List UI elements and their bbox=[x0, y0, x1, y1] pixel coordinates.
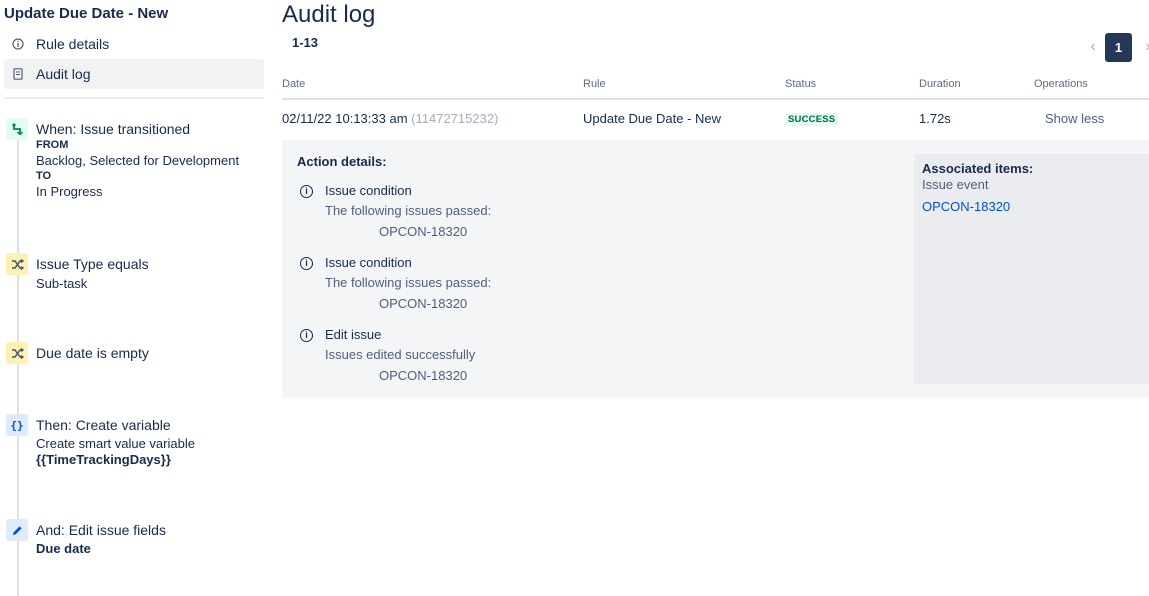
row-id: (11472715232) bbox=[411, 111, 499, 126]
sidebar-divider bbox=[4, 97, 264, 99]
document-icon bbox=[4, 68, 32, 80]
from-value: Backlog, Selected for Development bbox=[36, 153, 240, 168]
table-header-divider bbox=[282, 98, 1149, 100]
component-trigger[interactable]: When: Issue transitioned FROM Backlog, S… bbox=[6, 118, 239, 200]
rule-title: Update Due Date - New bbox=[4, 5, 169, 22]
component-action-edit-fields[interactable]: And: Edit issue fields Due date bbox=[6, 519, 166, 557]
braces-icon: {} bbox=[6, 414, 28, 436]
component-title: And: Edit issue fields bbox=[36, 522, 166, 538]
nav-label: Audit log bbox=[36, 66, 91, 82]
log-item-title: Issue condition bbox=[325, 255, 412, 270]
info-icon: i bbox=[300, 185, 313, 198]
log-item-title: Edit issue bbox=[325, 327, 382, 342]
associated-issue-link[interactable]: OPCON-18320 bbox=[922, 199, 1010, 214]
info-icon bbox=[4, 38, 32, 50]
log-item-message: The following issues passed: bbox=[325, 275, 492, 290]
shuffle-icon bbox=[6, 253, 28, 275]
nav-label: Rule details bbox=[36, 36, 110, 52]
info-icon: i bbox=[300, 329, 313, 342]
column-header-operations: Operations bbox=[1034, 78, 1088, 90]
prev-page-button[interactable]: ‹ bbox=[1083, 33, 1103, 61]
page-1-button[interactable]: 1 bbox=[1105, 33, 1132, 62]
next-page-button[interactable]: › bbox=[1138, 33, 1149, 61]
nav-audit-log[interactable]: Audit log bbox=[4, 59, 264, 89]
variable-name: {{TimeTrackingDays}} bbox=[36, 452, 171, 467]
component-title: Then: Create variable bbox=[36, 417, 171, 433]
log-item-message: Issues edited successfully bbox=[325, 347, 476, 362]
nav-rule-details[interactable]: Rule details bbox=[4, 29, 264, 59]
column-header-status[interactable]: Status bbox=[785, 78, 816, 90]
associated-items-subtitle: Issue event bbox=[922, 177, 989, 192]
component-title: Due date is empty bbox=[36, 345, 149, 361]
info-icon: i bbox=[300, 257, 313, 270]
shuffle-icon bbox=[6, 342, 28, 364]
component-condition-due-date[interactable]: Due date is empty bbox=[6, 342, 149, 364]
result-range: 1-13 bbox=[292, 35, 319, 50]
row-duration: 1.72s bbox=[919, 111, 951, 126]
transition-icon bbox=[6, 118, 28, 140]
column-header-date[interactable]: Date bbox=[282, 78, 305, 90]
to-value: In Progress bbox=[36, 184, 103, 199]
component-detail: Create smart value variable bbox=[36, 436, 195, 451]
log-item-title: Issue condition bbox=[325, 183, 412, 198]
log-item-issue-key: OPCON-18320 bbox=[379, 368, 468, 383]
component-action-create-variable[interactable]: {} Then: Create variable Create smart va… bbox=[6, 414, 195, 468]
log-item-message: The following issues passed: bbox=[325, 203, 492, 218]
show-less-link[interactable]: Show less bbox=[1045, 111, 1104, 126]
row-rule: Update Due Date - New bbox=[583, 111, 722, 126]
row-date-value: 02/11/22 10:13:33 am bbox=[282, 111, 408, 126]
component-condition-issue-type[interactable]: Issue Type equals Sub-task bbox=[6, 253, 149, 292]
status-badge: SUCCESS bbox=[785, 113, 839, 126]
component-title: Issue Type equals bbox=[36, 256, 149, 272]
column-header-duration[interactable]: Duration bbox=[919, 78, 961, 90]
page-title: Audit log bbox=[282, 1, 376, 28]
row-date: 02/11/22 10:13:33 am (11472715232) bbox=[282, 111, 498, 126]
action-details-title: Action details: bbox=[297, 154, 387, 169]
pencil-icon bbox=[6, 519, 28, 541]
from-label: FROM bbox=[36, 139, 69, 151]
to-label: TO bbox=[36, 170, 52, 182]
log-item-issue-key: OPCON-18320 bbox=[379, 224, 468, 239]
component-detail: Sub-task bbox=[36, 276, 88, 291]
field-name: Due date bbox=[36, 541, 91, 556]
column-header-rule[interactable]: Rule bbox=[583, 78, 606, 90]
associated-items-title: Associated items: bbox=[922, 161, 1034, 176]
component-title: When: Issue transitioned bbox=[36, 121, 191, 137]
log-item-issue-key: OPCON-18320 bbox=[379, 296, 468, 311]
